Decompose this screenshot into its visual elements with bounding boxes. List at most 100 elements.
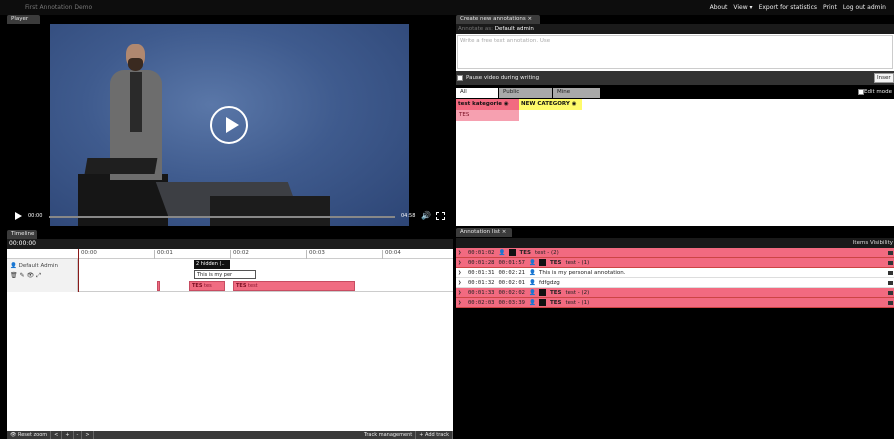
current-time: 00:00 xyxy=(28,213,43,219)
comment-icon[interactable] xyxy=(888,261,893,265)
annotation-start-time: 00:01:33 xyxy=(468,289,495,296)
annotation-end-time: 00:01:57 xyxy=(498,259,526,266)
nav-about[interactable]: About xyxy=(710,4,728,11)
annotation-text: This is my personal annotation. xyxy=(539,269,626,276)
comment-icon[interactable] xyxy=(888,291,893,295)
close-icon[interactable]: × xyxy=(528,16,533,22)
lock-icon xyxy=(539,299,546,306)
annotation-tooltip: This is my per xyxy=(194,270,256,279)
eye-icon[interactable]: ◉ xyxy=(572,101,577,107)
annotation-category: TES xyxy=(550,259,562,266)
video-frame[interactable] xyxy=(50,24,409,226)
lock-icon xyxy=(508,249,516,256)
hidden-annotations-badge[interactable]: 2 hidden (.. xyxy=(194,260,230,269)
track-header: 👤 Default Admin 🗑✎👁⤢ xyxy=(7,259,78,292)
expand-caret-icon[interactable]: ❯ xyxy=(458,290,464,296)
annotation-category: TES xyxy=(550,289,562,296)
edit-mode-label: Edit mode xyxy=(864,89,892,95)
seek-bar[interactable] xyxy=(49,216,395,218)
edit-pencil-icon[interactable]: ✎ xyxy=(20,272,27,279)
presenter-shirt-image xyxy=(130,72,142,132)
create-options: Pause video during writing Inser xyxy=(456,71,894,85)
annotation-start-time: 00:02:03 xyxy=(468,299,495,306)
track-management-button[interactable]: Track management xyxy=(361,431,417,439)
timeline-annotation[interactable]: TES tes xyxy=(189,281,225,291)
tab-mine[interactable]: Mine xyxy=(553,88,600,98)
player-panel-title: Player xyxy=(7,15,40,24)
video-player: 00:00 04:58 🔊 xyxy=(7,24,453,230)
zoom-in-button[interactable]: + xyxy=(62,431,74,439)
timeline-footer: 👁 Reset zoom < + - > Track management + … xyxy=(7,431,453,439)
visibility-icon[interactable]: 👁 xyxy=(27,272,37,279)
next-button[interactable]: > xyxy=(82,431,94,439)
tab-all[interactable]: All xyxy=(456,88,498,98)
annotation-list-row[interactable]: ❯ 00:01:28 00:01:57 👤 TES test - (1) xyxy=(456,258,894,268)
tab-public[interactable]: Public xyxy=(499,88,552,98)
reset-zoom-button[interactable]: 👁 Reset zoom xyxy=(7,431,52,439)
expand-caret-icon[interactable]: ❯ xyxy=(458,280,464,286)
comment-icon[interactable] xyxy=(888,301,893,305)
label-tes-button[interactable]: TES xyxy=(456,110,519,121)
annotation-end-time: 00:02:02 xyxy=(498,289,526,296)
user-icon: 👤 xyxy=(10,263,17,269)
annotation-list-row[interactable]: ❯ 00:01:33 00:02:02 👤 TES test - (2) xyxy=(456,288,894,298)
annotation-text: tes xyxy=(204,283,212,289)
nav-logout[interactable]: Log out admin xyxy=(843,4,886,11)
close-icon[interactable]: × xyxy=(502,229,507,235)
playhead[interactable] xyxy=(78,249,79,292)
timeline-ruler[interactable]: 00:00 00:01 00:02 00:03 00:04 xyxy=(7,249,453,259)
expand-caret-icon[interactable]: ❯ xyxy=(458,260,464,266)
annotation-list-row[interactable]: ❯ 00:01:31 00:02:21 👤 This is my personal an… xyxy=(456,268,894,278)
category-test-kategorie[interactable]: test kategorie ◉ xyxy=(456,99,519,110)
track-area[interactable]: 2 hidden (.. This is my per TES tes TES … xyxy=(78,259,453,292)
comment-icon[interactable] xyxy=(888,251,893,255)
category-new-category[interactable]: NEW CATEGORY ◉ xyxy=(519,99,582,110)
timeline-time: 00:00:00 xyxy=(7,239,453,249)
pause-video-checkbox[interactable] xyxy=(457,75,463,81)
fullscreen-icon[interactable] xyxy=(436,212,445,220)
resize-icon[interactable]: ⤢ xyxy=(36,272,43,279)
comment-icon[interactable] xyxy=(888,281,893,285)
annotate-as-user: Default admin xyxy=(494,26,534,32)
timeline-annotation-marker[interactable] xyxy=(157,281,160,291)
big-play-icon[interactable] xyxy=(210,106,248,144)
user-icon: 👤 xyxy=(529,299,536,306)
nav-export-statistics[interactable]: Export for statistics xyxy=(759,4,817,11)
annotation-category: TES xyxy=(519,249,531,256)
items-visibility[interactable]: Items Visibility xyxy=(456,238,894,248)
insert-button[interactable]: Inser xyxy=(874,73,894,83)
timeline-annotation[interactable]: TES test xyxy=(233,281,355,291)
annotation-list-row[interactable]: ❯ 00:02:03 00:03:39 👤 TES test - (1) xyxy=(456,298,894,308)
user-icon: 👤 xyxy=(498,249,506,256)
app-title: First Annotation Demo xyxy=(25,4,93,11)
nav-print[interactable]: Print xyxy=(823,4,837,11)
zoom-out-button[interactable]: - xyxy=(74,431,83,439)
annotate-as-label: Annotate as: xyxy=(458,26,494,32)
comment-icon[interactable] xyxy=(888,271,893,275)
lock-icon xyxy=(539,259,546,266)
tick-label: 00:00 xyxy=(78,250,97,259)
lock-icon xyxy=(539,289,546,296)
annotation-text: test - (1) xyxy=(565,299,590,306)
create-annotation-panel: Annotate as: Default admin Pause video d… xyxy=(456,24,894,226)
eye-icon[interactable]: ◉ xyxy=(504,101,509,107)
expand-caret-icon[interactable]: ❯ xyxy=(458,250,464,256)
top-nav: About View ▾ Export for statistics Print… xyxy=(710,4,886,11)
add-track-button[interactable]: + Add track xyxy=(416,431,453,439)
annotation-text: test - (1) xyxy=(565,259,590,266)
annotation-list-row[interactable]: ❯ 00:01:02 👤 TES test - (2) xyxy=(456,248,894,258)
expand-caret-icon[interactable]: ❯ xyxy=(458,270,464,276)
create-panel-title-label: Create new annotations xyxy=(460,16,526,22)
annotation-list-row[interactable]: ❯ 00:01:32 00:02:01 👤 fdfgdzg xyxy=(456,278,894,288)
annotation-end-time: 00:02:01 xyxy=(498,279,526,286)
prev-button[interactable]: < xyxy=(51,431,63,439)
nav-view-menu[interactable]: View ▾ xyxy=(733,4,752,11)
volume-icon[interactable]: 🔊 xyxy=(421,211,431,220)
category-name: NEW CATEGORY xyxy=(521,101,570,107)
annotation-text-input[interactable] xyxy=(457,35,893,69)
presenter-beard-image xyxy=(128,58,143,71)
annotation-list-title-label: Annotation list xyxy=(460,229,500,235)
expand-caret-icon[interactable]: ❯ xyxy=(458,300,464,306)
play-icon[interactable] xyxy=(15,212,22,220)
delete-icon[interactable]: 🗑 xyxy=(10,272,20,279)
